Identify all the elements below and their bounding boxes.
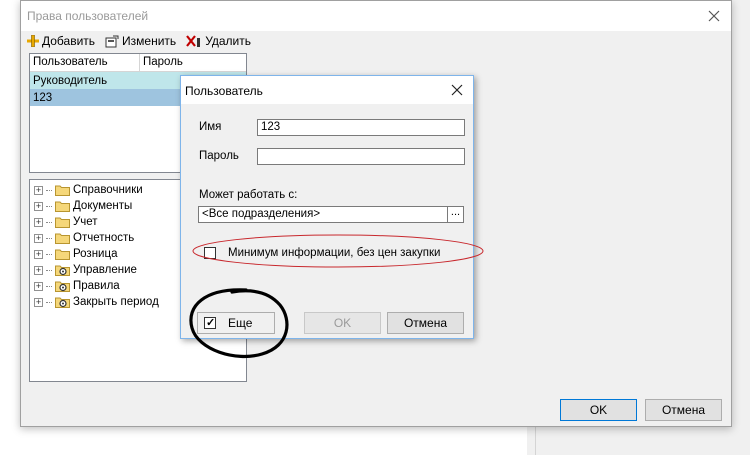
gear-folder-icon <box>55 281 70 292</box>
folder-icon <box>55 185 70 196</box>
gear-folder-icon <box>55 297 70 308</box>
tree-item-label: Управление <box>73 264 137 276</box>
window-close-button[interactable] <box>703 5 725 27</box>
expand-icon[interactable]: + <box>34 265 43 275</box>
tree-item-label: Закрыть период <box>73 296 159 308</box>
tree-item-label: Розница <box>73 248 118 260</box>
tree-connector <box>46 253 52 255</box>
tree-connector <box>46 221 52 223</box>
main-cancel-button[interactable]: Отмена <box>645 399 722 421</box>
department-browse-button[interactable]: ... <box>447 206 464 223</box>
tree-item-label: Справочники <box>73 184 143 196</box>
cell-user: Руководитель <box>33 74 108 87</box>
min-info-checkbox[interactable] <box>204 247 216 259</box>
folder-icon <box>55 217 70 228</box>
edit-button[interactable]: Изменить <box>105 34 176 48</box>
tree-connector <box>46 285 52 287</box>
more-checkbox[interactable] <box>204 316 216 329</box>
tree-connector <box>46 301 52 303</box>
name-field[interactable]: 123 <box>257 119 465 136</box>
folder-icon <box>55 201 70 212</box>
expand-icon[interactable]: + <box>34 233 43 243</box>
password-label: Пароль <box>199 150 239 162</box>
expand-icon[interactable]: + <box>34 201 43 211</box>
tree-item-label: Отчетность <box>73 232 135 244</box>
expand-icon[interactable]: + <box>34 297 43 307</box>
edit-icon <box>105 35 119 47</box>
delete-icon <box>186 34 201 47</box>
dialog-ok-button[interactable]: OK <box>304 312 381 334</box>
tree-connector <box>46 205 52 207</box>
window-titlebar: Права пользователей <box>21 1 731 31</box>
user-dialog: Пользователь Имя 123 Пароль Может работа… <box>180 75 474 339</box>
tree-item-label: Правила <box>73 280 120 292</box>
dialog-titlebar: Пользователь <box>181 76 473 104</box>
cell-user: 123 <box>33 91 53 104</box>
expand-icon[interactable]: + <box>34 217 43 227</box>
window-title: Права пользователей <box>27 9 149 23</box>
edit-button-label: Изменить <box>122 34 177 48</box>
column-header-password[interactable]: Пароль <box>140 54 246 71</box>
dialog-cancel-button[interactable]: Отмена <box>387 312 464 334</box>
min-info-label: Минимум информации, без цен закупки <box>228 247 441 259</box>
expand-icon[interactable]: + <box>34 185 43 195</box>
plus-icon <box>27 35 39 47</box>
toolbar: Добавить Изменить Удалить <box>27 33 251 49</box>
dialog-close-button[interactable] <box>447 80 467 100</box>
folder-icon <box>55 233 70 244</box>
gear-folder-icon <box>55 265 70 276</box>
delete-button-label: Удалить <box>205 34 252 48</box>
expand-icon[interactable]: + <box>34 249 43 259</box>
add-button-label: Добавить <box>42 34 96 48</box>
close-icon <box>708 10 720 22</box>
delete-button[interactable]: Удалить <box>186 34 251 48</box>
tree-item-label: Учет <box>73 216 98 228</box>
main-ok-button[interactable]: OK <box>560 399 637 421</box>
tree-connector <box>46 189 52 191</box>
add-button[interactable]: Добавить <box>27 34 95 48</box>
tree-item-label: Документы <box>73 200 133 212</box>
tree-connector <box>46 237 52 239</box>
works-with-label: Может работать с: <box>199 189 298 201</box>
close-icon <box>451 84 463 96</box>
tree-connector <box>46 269 52 271</box>
more-label: Еще <box>228 316 253 330</box>
department-field[interactable]: <Все подразделения> <box>198 206 448 223</box>
more-toggle[interactable]: Еще <box>197 312 275 334</box>
dialog-title: Пользователь <box>185 84 263 98</box>
folder-icon <box>55 249 70 260</box>
table-header: Пользователь Пароль <box>30 54 246 72</box>
column-header-user[interactable]: Пользователь <box>30 54 140 71</box>
password-field[interactable] <box>257 148 465 165</box>
expand-icon[interactable]: + <box>34 281 43 291</box>
name-label: Имя <box>199 121 222 133</box>
